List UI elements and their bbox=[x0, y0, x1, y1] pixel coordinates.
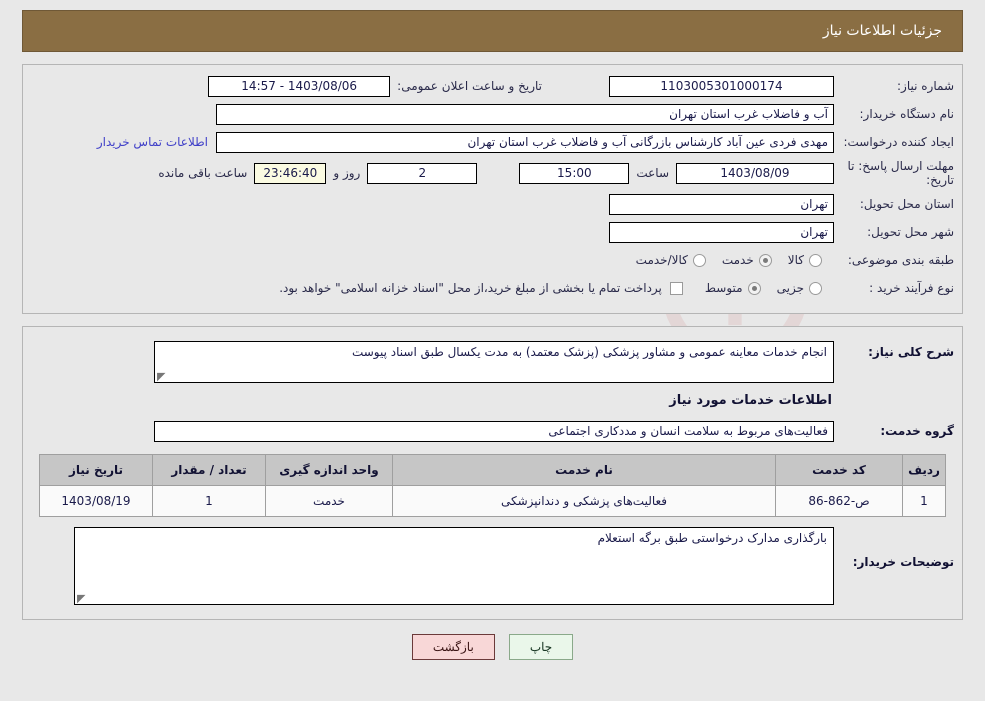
table-row: 1 ص-862-86 فعالیت‌های پزشکی و دندانپزشکی… bbox=[39, 485, 946, 518]
service-info-panel: شرح کلی نیاز: انجام خدمات معاینه عمومی و… bbox=[22, 326, 963, 621]
deadline-time-field[interactable]: 15:00 bbox=[519, 162, 630, 184]
services-section-heading: اطلاعات خدمات مورد نیاز bbox=[669, 393, 832, 409]
buyer-org-label: نام دستگاه خریدار: bbox=[859, 106, 955, 121]
requester-label: ایجاد کننده درخواست: bbox=[843, 134, 954, 149]
category-label: طبقه بندی موضوعی: bbox=[847, 252, 954, 267]
row-service-group: گروه خدمت: فعالیت‌های مربوط به سلامت انس… bbox=[31, 420, 954, 442]
deadline-date-field[interactable]: 1403/08/09 bbox=[676, 162, 834, 184]
service-group-field[interactable]: فعالیت‌های مربوط به سلامت انسان و مددکار… bbox=[154, 420, 834, 442]
announce-date-label: تاریخ و ساعت اعلان عمومی: bbox=[397, 79, 542, 93]
row-buyer-org: نام دستگاه خریدار: آب و فاضلاب غرب استان… bbox=[31, 103, 954, 125]
row-city: شهر محل تحویل: تهران bbox=[31, 221, 954, 243]
deadline-label: مهلت ارسال پاسخ: تا تاریخ: bbox=[847, 159, 954, 188]
category-radio-kala-khedmat[interactable] bbox=[692, 253, 706, 267]
cell-service-code: ص-862-86 bbox=[775, 485, 903, 518]
purchase-type-label: نوع فرآیند خرید : bbox=[869, 280, 954, 295]
buyer-org-field[interactable]: آب و فاضلاب غرب استان تهران bbox=[216, 103, 834, 125]
deadline-days-field[interactable]: 2 bbox=[367, 162, 478, 184]
row-deadline: مهلت ارسال پاسخ: تا تاریخ: 1403/08/09 سا… bbox=[31, 159, 954, 187]
row-province: استان محل تحویل: تهران bbox=[31, 193, 954, 215]
col-header-unit: واحد اندازه گیری bbox=[265, 454, 393, 487]
col-header-radif: ردیف bbox=[902, 454, 946, 487]
category-option-label-0: کالا bbox=[787, 253, 804, 268]
cell-need-date: 1403/08/19 bbox=[39, 485, 153, 518]
page-root: جزئیات اطلاعات نیاز شماره نیاز: 11030053… bbox=[0, 10, 985, 661]
need-number-field[interactable]: 1103005301000174 bbox=[609, 75, 834, 97]
row-category: طبقه بندی موضوعی: کالا خدمت کالا/خدمت bbox=[31, 249, 954, 271]
buyer-contact-link[interactable]: اطلاعات تماس خریدار bbox=[97, 135, 216, 149]
col-header-service-code: کد خدمت bbox=[775, 454, 903, 487]
service-group-label: گروه خدمت: bbox=[880, 423, 954, 438]
deadline-days-label: روز و bbox=[333, 166, 361, 181]
requester-field[interactable]: مهدی فردی عین آباد کارشناس بازرگانی آب و… bbox=[216, 131, 834, 153]
purchase-type-radio-group: جزیی متوسط پرداخت تمام یا بخشی از مبلغ خ… bbox=[279, 281, 834, 295]
services-table-wrapper: ردیف کد خدمت نام خدمت واحد اندازه گیری ت… bbox=[39, 454, 946, 518]
category-radio-group: کالا خدمت کالا/خدمت bbox=[632, 253, 834, 267]
announce-date-field[interactable]: 1403/08/06 - 14:57 bbox=[208, 75, 391, 97]
buyer-notes-label: توضیحات خریدار: bbox=[852, 555, 954, 570]
purchase-type-radio-motevaset[interactable] bbox=[747, 281, 761, 295]
category-radio-khedmat[interactable] bbox=[758, 253, 772, 267]
category-option-label-2: کالا/خدمت bbox=[635, 253, 688, 268]
summary-label: شرح کلی نیاز: bbox=[868, 345, 954, 360]
col-header-quantity: تعداد / مقدار bbox=[152, 454, 266, 487]
summary-text: انجام خدمات معاینه عمومی و مشاور پزشکی (… bbox=[351, 345, 827, 360]
resize-grip-icon[interactable]: ◥ bbox=[77, 592, 85, 604]
row-requester: ایجاد کننده درخواست: مهدی فردی عین آباد … bbox=[31, 131, 954, 153]
page-title: جزئیات اطلاعات نیاز bbox=[822, 23, 942, 39]
services-table: ردیف کد خدمت نام خدمت واحد اندازه گیری ت… bbox=[39, 454, 946, 518]
buyer-notes-textarea[interactable]: بارگذاری مدارک درخواستی طبق برگه استعلام… bbox=[74, 527, 834, 606]
purchase-type-option-label-0: جزیی bbox=[776, 281, 804, 296]
print-button[interactable]: چاپ bbox=[508, 634, 574, 661]
city-label: شهر محل تحویل: bbox=[867, 224, 954, 239]
deadline-countdown-label: ساعت باقی مانده bbox=[158, 166, 248, 181]
province-field[interactable]: تهران bbox=[609, 193, 834, 215]
treasury-bond-note: پرداخت تمام یا بخشی از مبلغ خرید،از محل … bbox=[279, 281, 662, 296]
treasury-bond-checkbox[interactable] bbox=[669, 281, 683, 295]
cell-radif: 1 bbox=[902, 485, 946, 518]
buyer-notes-text: بارگذاری مدارک درخواستی طبق برگه استعلام bbox=[597, 531, 827, 546]
cell-unit: خدمت bbox=[265, 485, 393, 518]
resize-grip-icon[interactable]: ◥ bbox=[157, 370, 165, 382]
city-field[interactable]: تهران bbox=[609, 221, 834, 243]
cell-service-name: فعالیت‌های پزشکی و دندانپزشکی bbox=[392, 485, 776, 518]
deadline-time-label: ساعت bbox=[636, 166, 669, 181]
need-number-label: شماره نیاز: bbox=[897, 78, 954, 93]
category-radio-kala[interactable] bbox=[809, 253, 822, 267]
purchase-type-option-label-1: متوسط bbox=[704, 281, 743, 296]
col-header-service-name: نام خدمت bbox=[392, 454, 776, 487]
need-info-panel: شماره نیاز: 1103005301000174 تاریخ و ساع… bbox=[22, 64, 963, 315]
province-label: استان محل تحویل: bbox=[859, 196, 954, 211]
page-title-bar: جزئیات اطلاعات نیاز bbox=[22, 10, 963, 52]
table-header-row: ردیف کد خدمت نام خدمت واحد اندازه گیری ت… bbox=[39, 454, 946, 487]
row-buyer-notes: توضیحات خریدار: بارگذاری مدارک درخواستی … bbox=[31, 527, 954, 606]
action-button-bar: چاپ بازگشت bbox=[0, 634, 985, 661]
cell-quantity: 1 bbox=[152, 485, 266, 518]
purchase-type-radio-jozei[interactable] bbox=[809, 281, 822, 295]
row-summary: شرح کلی نیاز: انجام خدمات معاینه عمومی و… bbox=[31, 341, 954, 384]
back-button[interactable]: بازگشت bbox=[411, 634, 495, 661]
row-need-number: شماره نیاز: 1103005301000174 تاریخ و ساع… bbox=[31, 75, 954, 97]
category-option-label-1: خدمت bbox=[721, 253, 754, 268]
deadline-countdown-field: 23:46:40 bbox=[254, 162, 327, 184]
col-header-need-date: تاریخ نیاز bbox=[39, 454, 153, 487]
summary-textarea[interactable]: انجام خدمات معاینه عمومی و مشاور پزشکی (… bbox=[154, 341, 834, 384]
row-purchase-type: نوع فرآیند خرید : جزیی متوسط پرداخت تمام… bbox=[31, 277, 954, 299]
